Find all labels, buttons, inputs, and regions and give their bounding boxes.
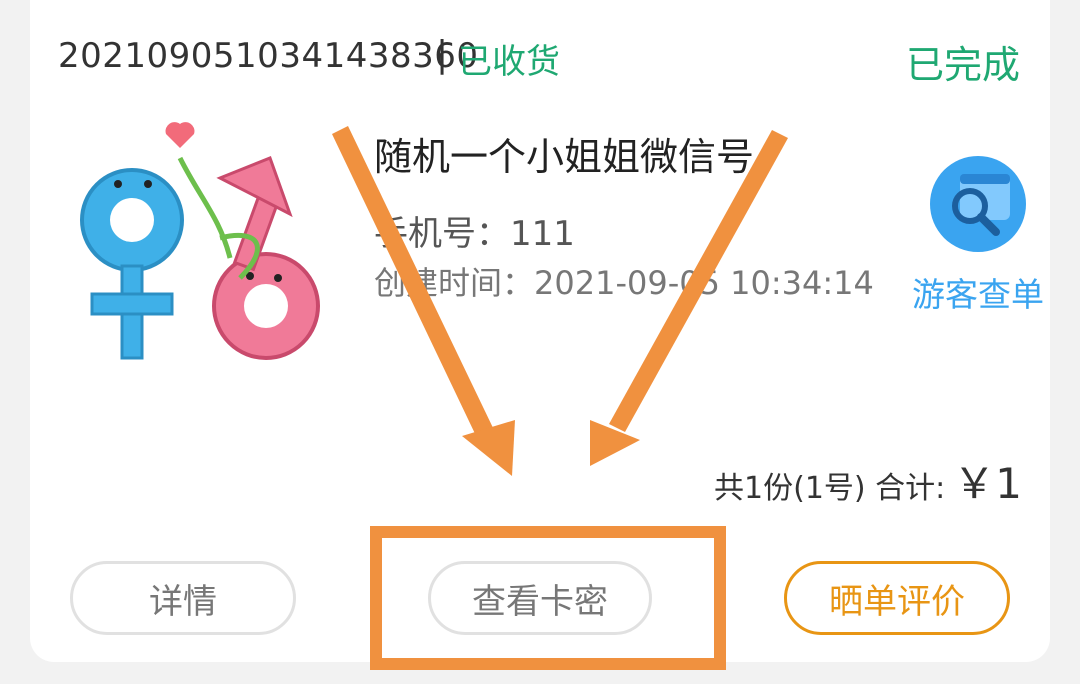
- view-card-button[interactable]: 查看卡密: [428, 561, 652, 635]
- phone-info: 手机号：111: [374, 214, 575, 254]
- order-total: 共1份(1号) 合计: ￥1: [714, 450, 1022, 511]
- delivery-status: 已收货: [458, 42, 560, 82]
- gender-symbols-icon: [80, 122, 320, 360]
- product-thumbnail: [80, 122, 320, 360]
- guest-lookup-icon-bg: [930, 156, 1026, 252]
- guest-lookup-label: 游客查单: [912, 275, 1044, 314]
- search-icon: [952, 174, 1010, 236]
- order-number: 20210905103414383​60: [58, 36, 479, 76]
- detail-button[interactable]: 详情: [70, 561, 296, 635]
- count-text: 共1份(1号) 合计:: [714, 471, 946, 506]
- total-price: ￥1: [953, 459, 1022, 508]
- guest-lookup-button[interactable]: 游客查单: [912, 150, 1062, 320]
- product-title: 随机一个小姐姐微信号: [374, 135, 755, 179]
- order-status: 已完成: [905, 43, 1020, 87]
- created-time: 创建时间：2021-09-05 10:34:14: [374, 264, 874, 302]
- review-button[interactable]: 晒单评价: [784, 561, 1010, 635]
- separator: |: [436, 34, 449, 75]
